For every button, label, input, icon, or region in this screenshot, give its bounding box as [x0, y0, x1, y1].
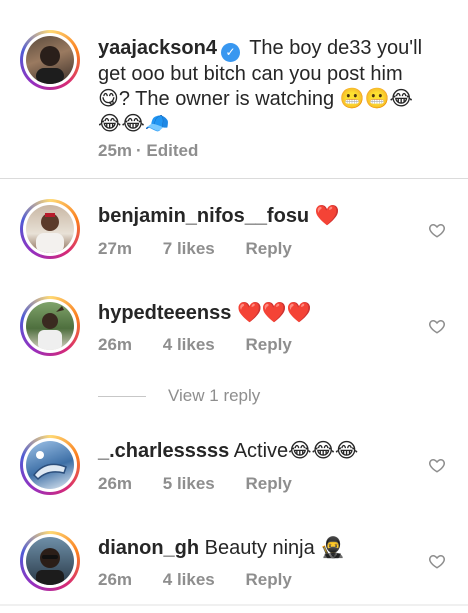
comment-text-block: dianon_gh Beauty ninja 🥷 — [98, 536, 424, 561]
comment-username[interactable]: dianon_gh — [98, 537, 199, 559]
heart-outline-icon[interactable] — [428, 221, 446, 239]
reply-button[interactable]: Reply — [246, 570, 292, 589]
comment-username[interactable]: hypedteeenss — [98, 302, 231, 324]
comment-avatar[interactable] — [20, 296, 80, 356]
heart-outline-icon[interactable] — [428, 317, 446, 335]
caption-divider — [0, 178, 468, 179]
comment-likes[interactable]: 5 likes — [163, 474, 215, 493]
comment-text-block: hypedteeenss ❤️❤️❤️ — [98, 300, 424, 326]
comment-text-block: benjamin_nifos__fosu ❤️ — [98, 203, 424, 229]
comment-username[interactable]: benjamin_nifos__fosu — [98, 205, 309, 227]
comment-text: ❤️❤️❤️ — [236, 300, 312, 324]
comment-text: ❤️ — [314, 203, 340, 227]
caption-time: 25m — [98, 141, 133, 160]
view-replies-button[interactable]: View 1 reply — [98, 386, 260, 406]
caption-meta: 25m · Edited — [98, 141, 224, 161]
comment-username[interactable]: _.charlesssss — [98, 440, 229, 462]
comment-meta: 26m 5 likes Reply — [98, 474, 318, 494]
comment-meta: 26m 4 likes Reply — [98, 335, 318, 355]
comment-likes[interactable]: 4 likes — [163, 335, 215, 354]
comment-text-block: _.charlesssss Active😂😂😂 — [98, 439, 424, 464]
comment-meta: 26m 4 likes Reply — [98, 570, 318, 590]
comment-avatar[interactable] — [20, 199, 80, 259]
verified-badge-icon: ✓ — [220, 43, 240, 62]
caption-username[interactable]: yaajackson4 — [98, 37, 217, 59]
reply-button[interactable]: Reply — [246, 239, 292, 258]
view-replies-label: View 1 reply — [168, 386, 261, 405]
heart-outline-icon[interactable] — [428, 552, 446, 570]
comment-time: 27m — [98, 239, 133, 258]
comment-meta: 27m 7 likes Reply — [98, 239, 318, 259]
comment-avatar[interactable] — [20, 531, 80, 591]
heart-outline-icon[interactable] — [428, 456, 446, 474]
comment-text: Beauty ninja 🥷 — [204, 537, 346, 559]
view-replies-line — [98, 396, 146, 398]
caption-avatar[interactable] — [20, 30, 80, 90]
comment-text: Active😂😂😂 — [233, 440, 359, 462]
comment-likes[interactable]: 7 likes — [163, 239, 215, 258]
comment-time: 26m — [98, 570, 133, 589]
caption-text-block: yaajackson4 ✓ The boy de33 you'll get ooo… — [98, 36, 424, 137]
comment-likes[interactable]: 4 likes — [163, 570, 215, 589]
comment-avatar[interactable] — [20, 435, 80, 495]
comment-time: 26m — [98, 335, 133, 354]
caption: yaajackson4 ✓ The boy de33 you'll get ooo… — [0, 0, 468, 178]
comment-time: 26m — [98, 474, 133, 493]
reply-button[interactable]: Reply — [246, 474, 292, 493]
bottom-divider — [0, 604, 468, 606]
caption-edited: · Edited — [136, 141, 199, 160]
reply-button[interactable]: Reply — [246, 335, 292, 354]
